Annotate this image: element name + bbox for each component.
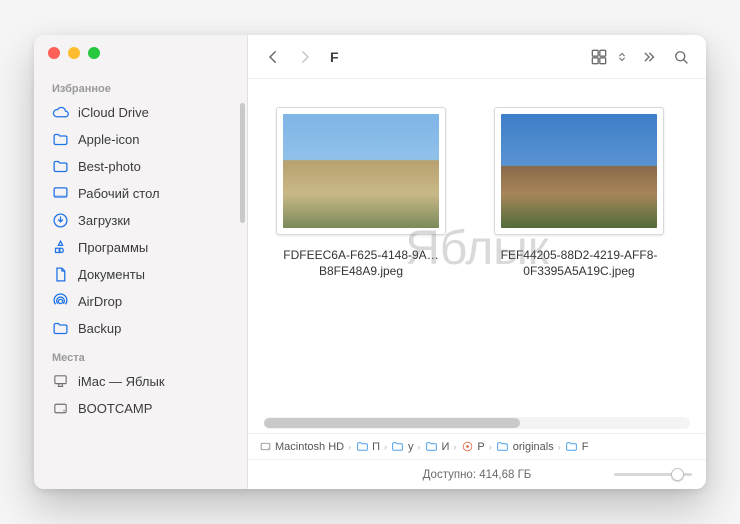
- status-text: Доступно: 414,68 ГБ: [423, 469, 532, 481]
- view-options-toggle: [614, 44, 630, 70]
- folder-icon: [355, 440, 369, 454]
- path-crumb-label: originals: [513, 441, 554, 453]
- desktop-icon: [52, 185, 69, 202]
- status-bar: Доступно: 414,68 ГБ: [248, 459, 706, 489]
- sidebar-item[interactable]: Рабочий стол: [34, 180, 247, 207]
- cloud-icon: [52, 104, 69, 121]
- photolib-icon: [460, 440, 474, 454]
- path-crumb-label: P: [477, 441, 484, 453]
- disk-icon: [258, 440, 272, 454]
- sidebar-item-label: Рабочий стол: [78, 186, 160, 201]
- sidebar-item[interactable]: Загрузки: [34, 207, 247, 234]
- chevron-right-icon: ›: [453, 442, 456, 452]
- path-bar: Macintosh HD›П›y›И›P›originals›F: [248, 433, 706, 459]
- folder-icon: [52, 158, 69, 175]
- sidebar-item[interactable]: Backup: [34, 315, 247, 342]
- file-name: FEF44205-88D2-4219-AFF8-0F3395A5A19C.jpe…: [484, 247, 674, 279]
- sidebar-scrollbar[interactable]: [240, 103, 245, 223]
- sidebar-item-label: AirDrop: [78, 294, 122, 309]
- file-grid: Яблык FDFEEC6A-F625-4148-9A…B8FE48A9.jpe…: [248, 79, 706, 417]
- file-name: FDFEEC6A-F625-4148-9A…B8FE48A9.jpeg: [266, 247, 456, 279]
- icon-size-slider[interactable]: [614, 473, 692, 476]
- search-button[interactable]: [668, 44, 694, 70]
- sidebar-item-label: BOOTCAMP: [78, 401, 152, 416]
- sidebar-item[interactable]: Best-photo: [34, 153, 247, 180]
- download-icon: [52, 212, 69, 229]
- sidebar-item[interactable]: iMac — Яблык: [34, 368, 247, 395]
- sidebar-item-label: Backup: [78, 321, 121, 336]
- imac-icon: [52, 373, 69, 390]
- apps-icon: [52, 239, 69, 256]
- close-button[interactable]: [48, 47, 60, 59]
- path-crumb-label: П: [372, 441, 380, 453]
- sidebar-section-locations: Места: [34, 342, 247, 368]
- document-icon: [52, 266, 69, 283]
- sidebar-item-label: Apple-icon: [78, 132, 139, 147]
- file-item[interactable]: FDFEEC6A-F625-4148-9A…B8FE48A9.jpeg: [266, 107, 456, 279]
- path-crumb[interactable]: F: [565, 440, 589, 454]
- folder-icon: [424, 440, 438, 454]
- minimize-button[interactable]: [68, 47, 80, 59]
- sidebar-scroll: Избранное iCloud Drive Apple-icon Best-pho…: [34, 73, 247, 489]
- sidebar-item-label: iMac — Яблык: [78, 374, 165, 389]
- sidebar-item[interactable]: BOOTCAMP: [34, 395, 247, 422]
- sidebar-section-favorites: Избранное: [34, 73, 247, 99]
- disk-icon: [52, 400, 69, 417]
- sidebar-item[interactable]: Apple-icon: [34, 126, 247, 153]
- chevron-right-icon: ›: [558, 442, 561, 452]
- view-switcher[interactable]: [586, 44, 630, 70]
- sidebar-item[interactable]: iCloud Drive: [34, 99, 247, 126]
- path-crumb[interactable]: P: [460, 440, 484, 454]
- sidebar-item-label: Загрузки: [78, 213, 130, 228]
- folder-icon: [391, 440, 405, 454]
- chevron-right-icon: ›: [489, 442, 492, 452]
- sidebar: Избранное iCloud Drive Apple-icon Best-pho…: [34, 35, 248, 489]
- window-title: F: [330, 49, 339, 65]
- zoom-button[interactable]: [88, 47, 100, 59]
- sidebar-item-label: iCloud Drive: [78, 105, 149, 120]
- sidebar-item[interactable]: AirDrop: [34, 288, 247, 315]
- path-crumb[interactable]: y: [391, 440, 414, 454]
- sidebar-item-label: Программы: [78, 240, 148, 255]
- file-item[interactable]: FEF44205-88D2-4219-AFF8-0F3395A5A19C.jpe…: [484, 107, 674, 279]
- file-thumbnail: [494, 107, 664, 235]
- main-pane: F Яблык FDFEEC6A-F625-4148-9A…B8FE48A9.j…: [248, 35, 706, 489]
- sidebar-item-label: Best-photo: [78, 159, 141, 174]
- sidebar-item-label: Документы: [78, 267, 145, 282]
- back-button[interactable]: [260, 44, 286, 70]
- path-crumb-label: y: [408, 441, 414, 453]
- path-crumb-label: F: [582, 441, 589, 453]
- path-crumb[interactable]: И: [424, 440, 449, 454]
- folder-icon: [52, 320, 69, 337]
- path-crumb-label: Macintosh HD: [275, 441, 344, 453]
- folder-icon: [565, 440, 579, 454]
- path-crumb[interactable]: originals: [496, 440, 554, 454]
- airdrop-icon: [52, 293, 69, 310]
- chevron-right-icon: ›: [384, 442, 387, 452]
- finder-window: Избранное iCloud Drive Apple-icon Best-pho…: [34, 35, 706, 489]
- horizontal-scrollbar[interactable]: [264, 417, 690, 429]
- sidebar-item[interactable]: Документы: [34, 261, 247, 288]
- grid-view-icon: [586, 44, 612, 70]
- chevron-right-icon: ›: [417, 442, 420, 452]
- path-crumb[interactable]: Macintosh HD: [258, 440, 344, 454]
- path-crumb-label: И: [441, 441, 449, 453]
- horizontal-scrollbar-thumb[interactable]: [264, 418, 520, 428]
- folder-icon: [52, 131, 69, 148]
- chevron-right-icon: ›: [348, 442, 351, 452]
- folder-icon: [496, 440, 510, 454]
- sidebar-item[interactable]: Программы: [34, 234, 247, 261]
- toolbar-overflow-button[interactable]: [636, 44, 662, 70]
- file-thumbnail: [276, 107, 446, 235]
- path-crumb[interactable]: П: [355, 440, 380, 454]
- toolbar: F: [248, 35, 706, 79]
- forward-button[interactable]: [292, 44, 318, 70]
- window-controls: [34, 47, 247, 73]
